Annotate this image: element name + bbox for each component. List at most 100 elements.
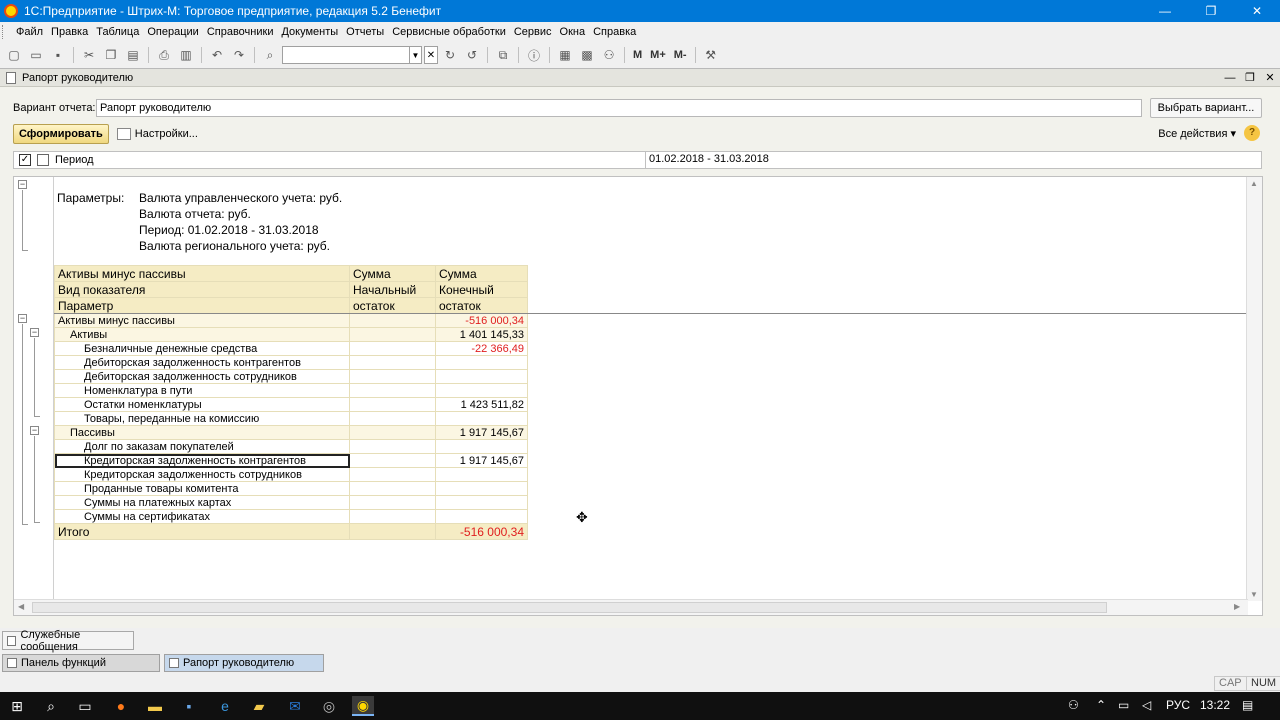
table-row[interactable]: Товары, переданные на комиссию: [54, 411, 528, 426]
save-icon[interactable]: ▪: [48, 45, 68, 65]
row-end-value[interactable]: 1 423 511,82: [435, 397, 528, 412]
table-row[interactable]: Проданные товары комитента: [54, 481, 528, 496]
language-indicator[interactable]: РУС: [1166, 698, 1190, 712]
menu-operations[interactable]: Операции: [143, 26, 202, 38]
app-1c-taskbar-icon[interactable]: ◉: [352, 696, 374, 716]
undo-icon[interactable]: ↶: [207, 45, 227, 65]
table-row[interactable]: Кредиторская задолженность сотрудников: [54, 467, 528, 482]
menu-service[interactable]: Сервис: [510, 26, 556, 38]
chevron-up-icon[interactable]: ⌃: [1096, 698, 1106, 712]
row-label[interactable]: Дебиторская задолженность контрагентов: [54, 355, 350, 370]
row-start-value[interactable]: [349, 369, 436, 384]
search-combo[interactable]: ▼: [282, 46, 422, 64]
windows-icon[interactable]: ⧉: [493, 45, 513, 65]
table-row[interactable]: Дебиторская задолженность контрагентов: [54, 355, 528, 370]
row-start-value[interactable]: [349, 313, 436, 328]
open-icon[interactable]: ▭: [26, 45, 46, 65]
memory-plus-button[interactable]: M+: [647, 49, 669, 61]
row-end-value[interactable]: [435, 495, 528, 510]
close-button[interactable]: ✕: [1234, 0, 1280, 22]
total-start-value[interactable]: [349, 523, 436, 540]
horizontal-scroll-thumb[interactable]: [32, 602, 1107, 613]
table-row[interactable]: Остатки номенклатуры 1 423 511,82: [54, 397, 528, 412]
preview-icon[interactable]: ▥: [176, 45, 196, 65]
row-start-value[interactable]: [349, 397, 436, 412]
row-end-value[interactable]: [435, 481, 528, 496]
row-start-value[interactable]: [349, 495, 436, 510]
row-start-value[interactable]: [349, 383, 436, 398]
notes-icon[interactable]: ▰: [248, 696, 270, 716]
generate-button[interactable]: Сформировать: [13, 124, 109, 144]
search-icon[interactable]: ⌕: [40, 696, 62, 716]
menu-file[interactable]: Файл: [12, 26, 47, 38]
total-row[interactable]: Итого -516 000,34: [54, 523, 528, 540]
row-end-value[interactable]: [435, 383, 528, 398]
row-end-value[interactable]: -516 000,34: [435, 313, 528, 328]
row-end-value[interactable]: [435, 509, 528, 524]
report-spreadsheet[interactable]: − − − − Параметры: Валюта управленческог…: [13, 176, 1263, 616]
info-icon[interactable]: ⓘ: [524, 45, 544, 65]
table-row[interactable]: Долг по заказам покупателей: [54, 439, 528, 454]
service-messages-tab[interactable]: Служебные сообщения: [2, 629, 134, 653]
period-value-field[interactable]: 01.02.2018 - 31.03.2018: [645, 151, 1261, 169]
row-label[interactable]: Активы минус пассивы: [54, 313, 350, 328]
row-label[interactable]: Долг по заказам покупателей: [54, 439, 350, 454]
row-end-value[interactable]: [435, 355, 528, 370]
selected-row-label[interactable]: Кредиторская задолженность контрагентов: [54, 453, 350, 468]
calendar-icon[interactable]: ▩: [577, 45, 597, 65]
row-label[interactable]: Суммы на сертификатах: [54, 509, 350, 524]
horizontal-scrollbar[interactable]: ◀ ▶: [14, 599, 1248, 615]
memory-button[interactable]: M: [630, 49, 645, 61]
vertical-scrollbar[interactable]: ▲ ▼: [1246, 177, 1262, 601]
row-label[interactable]: Суммы на платежных картах: [54, 495, 350, 510]
table-row[interactable]: Дебиторская задолженность сотрудников: [54, 369, 528, 384]
edge-icon[interactable]: e: [214, 696, 236, 716]
menu-service-processing[interactable]: Сервисные обработки: [388, 26, 510, 38]
row-start-value[interactable]: [349, 341, 436, 356]
outlook-icon[interactable]: ✉: [284, 696, 306, 716]
row-end-value[interactable]: 1 917 145,67: [435, 453, 528, 468]
row-start-value[interactable]: [349, 355, 436, 370]
table-row[interactable]: Активы 1 401 145,33: [54, 327, 528, 342]
memory-minus-button[interactable]: M-: [671, 49, 690, 61]
users-icon[interactable]: ⚇: [599, 45, 619, 65]
total-end-value[interactable]: -516 000,34: [435, 523, 528, 540]
table-row[interactable]: Суммы на платежных картах: [54, 495, 528, 510]
people-icon[interactable]: ⚇: [1068, 698, 1079, 712]
copy-icon[interactable]: ❐: [101, 45, 121, 65]
all-actions-button[interactable]: Все действия ▾: [1158, 127, 1236, 140]
table-row[interactable]: Пассивы 1 917 145,67: [54, 425, 528, 440]
variant-field[interactable]: Рапорт руководителю: [96, 99, 1142, 117]
tab-functions-panel[interactable]: Панель функций: [2, 654, 160, 672]
row-end-value[interactable]: [435, 439, 528, 454]
menu-edit[interactable]: Правка: [47, 26, 92, 38]
row-label[interactable]: Кредиторская задолженность сотрудников: [54, 467, 350, 482]
row-label[interactable]: Пассивы: [54, 425, 350, 440]
collapse-assets-icon[interactable]: −: [30, 328, 39, 337]
calculator-icon[interactable]: ▦: [555, 45, 575, 65]
row-label[interactable]: Остатки номенклатуры: [54, 397, 350, 412]
menu-help[interactable]: Справка: [589, 26, 640, 38]
period-checkbox[interactable]: ✓: [19, 154, 31, 166]
row-end-value[interactable]: 1 917 145,67: [435, 425, 528, 440]
row-end-value[interactable]: 1 401 145,33: [435, 327, 528, 342]
doc-close-button[interactable]: ✕: [1260, 71, 1280, 84]
collapse-total-icon[interactable]: −: [18, 314, 27, 323]
notifications-icon[interactable]: ▤: [1242, 698, 1253, 712]
row-start-value[interactable]: [349, 481, 436, 496]
scroll-down-icon[interactable]: ▼: [1250, 590, 1258, 599]
row-label[interactable]: Дебиторская задолженность сотрудников: [54, 369, 350, 384]
firefox-icon[interactable]: ●: [110, 696, 132, 716]
help-icon[interactable]: ?: [1244, 125, 1260, 141]
network-icon[interactable]: ▭: [1118, 698, 1129, 712]
row-start-value[interactable]: [349, 509, 436, 524]
scroll-up-icon[interactable]: ▲: [1250, 179, 1258, 188]
find-icon[interactable]: ⌕: [260, 45, 280, 65]
menu-documents[interactable]: Документы: [277, 26, 342, 38]
row-start-value[interactable]: [349, 453, 436, 468]
volume-icon[interactable]: ◁: [1142, 698, 1151, 712]
table-row[interactable]: Безналичные денежные средства -22 366,49: [54, 341, 528, 356]
row-label[interactable]: Номенклатура в пути: [54, 383, 350, 398]
find-prev-icon[interactable]: ↺: [462, 45, 482, 65]
table-row[interactable]: Суммы на сертификатах: [54, 509, 528, 524]
